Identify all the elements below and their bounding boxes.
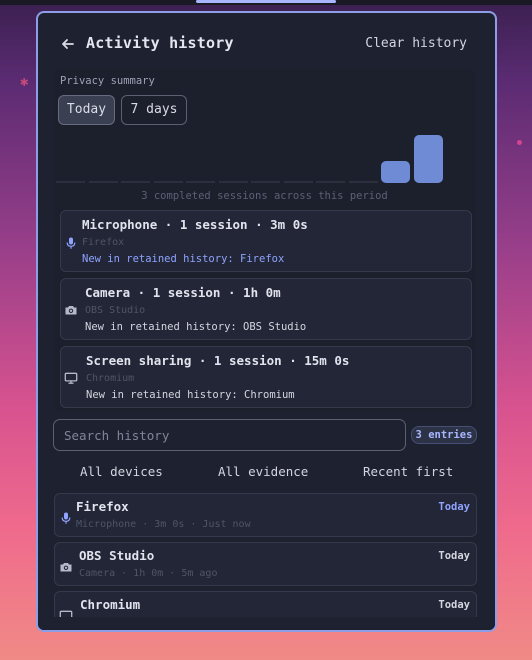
session-card-new-note: New in retained history: Firefox	[82, 253, 285, 265]
chart-empty-slot	[88, 181, 118, 183]
search-history-input[interactable]: Search history	[53, 419, 406, 451]
chart-empty-slot	[283, 181, 313, 183]
camera-icon	[64, 302, 78, 316]
filter-evidence-dropdown[interactable]: All evidence	[218, 464, 308, 479]
chart-empty-slot	[186, 181, 215, 183]
background-dot	[517, 140, 522, 145]
chart-empty-slot	[251, 181, 280, 183]
chart-caption: 3 completed sessions across this period	[141, 190, 388, 202]
monitor-icon	[64, 370, 78, 384]
clear-history-button[interactable]: Clear history	[365, 36, 467, 51]
history-row-subtitle: Microphone · 3m 0s · Just now	[76, 519, 251, 530]
session-card-camera[interactable]: Camera · 1 session · 1h 0m OBS Studio Ne…	[60, 278, 472, 340]
range-7-days-button[interactable]: 7 days	[121, 95, 187, 125]
session-card-app: Chromium	[86, 373, 135, 384]
history-row-date-badge: Today	[438, 599, 470, 611]
history-row-obs-studio[interactable]: OBS Studio Camera · 1h 0m · 5m ago Today	[54, 542, 477, 586]
activity-history-panel: Activity history Clear history Privacy s…	[36, 11, 497, 632]
filter-devices-dropdown[interactable]: All devices	[80, 464, 163, 479]
microphone-icon	[64, 235, 78, 249]
chart-empty-slot	[56, 181, 85, 183]
privacy-summary: Privacy summary Today 7 days 3 completed…	[54, 69, 475, 411]
session-card-new-note: New in retained history: OBS Studio	[85, 321, 307, 333]
chart-empty-slot	[348, 181, 378, 183]
session-card-title: Camera · 1 session · 1h 0m	[85, 285, 281, 300]
history-row-title: Firefox	[76, 499, 129, 514]
chart-empty-slot	[218, 181, 248, 183]
history-row-firefox[interactable]: Firefox Microphone · 3m 0s · Just now To…	[54, 493, 477, 537]
session-card-new-note: New in retained history: Chromium	[86, 389, 295, 401]
camera-icon	[59, 559, 73, 573]
history-row-date-badge: Today	[438, 550, 470, 562]
background-star: ✱	[20, 74, 29, 90]
session-chart	[54, 129, 475, 187]
session-card-screen-sharing[interactable]: Screen sharing · 1 session · 15m 0s Chro…	[60, 346, 472, 408]
session-card-title: Microphone · 1 session · 3m 0s	[82, 217, 308, 232]
page-title: Activity history	[86, 34, 234, 52]
session-card-app: Firefox	[82, 237, 125, 248]
list-clip-fade	[38, 617, 495, 630]
back-arrow-icon[interactable]	[58, 33, 78, 55]
chart-empty-slot	[153, 181, 183, 183]
top-bar-indicator	[196, 0, 336, 3]
privacy-summary-label: Privacy summary	[60, 75, 155, 87]
history-row-title: Chromium	[80, 597, 141, 612]
history-row-date-badge: Today	[438, 501, 470, 513]
chart-bar	[413, 135, 443, 183]
chart-empty-slot	[121, 181, 150, 183]
sort-order-dropdown[interactable]: Recent first	[363, 464, 453, 479]
history-row-subtitle: Camera · 1h 0m · 5m ago	[79, 568, 218, 579]
search-placeholder: Search history	[64, 428, 170, 443]
history-row-title: OBS Studio	[79, 548, 155, 563]
session-card-app: OBS Studio	[85, 305, 146, 316]
entries-count-badge: 3 entries	[411, 426, 477, 444]
chart-bar	[381, 161, 410, 183]
session-card-microphone[interactable]: Microphone · 1 session · 3m 0s Firefox N…	[60, 210, 472, 272]
panel-header: Activity history Clear history	[38, 13, 495, 69]
chart-empty-slot	[316, 181, 345, 183]
range-today-button[interactable]: Today	[58, 95, 115, 125]
microphone-icon	[59, 510, 73, 524]
session-card-title: Screen sharing · 1 session · 15m 0s	[86, 353, 350, 368]
